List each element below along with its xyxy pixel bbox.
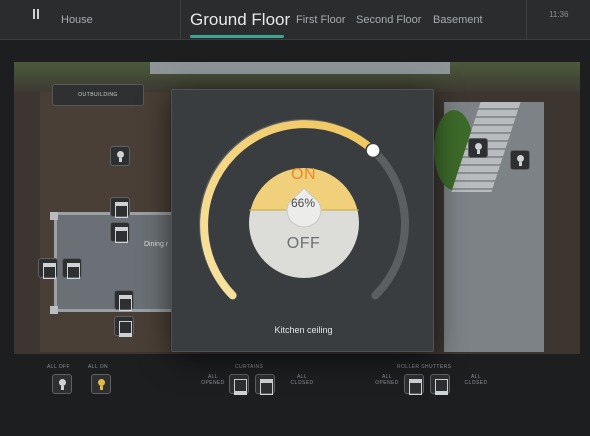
active-tab-indicator <box>190 35 284 38</box>
shutter-icon[interactable] <box>114 290 134 311</box>
room-label: Dining r <box>144 241 169 248</box>
on-label: ON <box>291 166 316 183</box>
shutters-open-icon[interactable] <box>404 374 424 395</box>
tab-second-floor[interactable]: Second Floor <box>356 14 421 26</box>
shutter-icon[interactable] <box>110 197 130 218</box>
pillar <box>50 306 58 314</box>
lightbulb-icon[interactable] <box>110 146 130 166</box>
lightbulb-icon[interactable] <box>510 150 530 170</box>
floor-navigation-bar: House Ground Floor First Floor Second Fl… <box>0 0 590 40</box>
separator <box>526 0 527 40</box>
lightbulb-icon[interactable] <box>468 138 488 158</box>
brightness-percent: 66% <box>290 196 316 210</box>
all-on-lightbulb-icon[interactable] <box>91 374 111 394</box>
curtains-open-icon[interactable] <box>229 374 249 395</box>
dimmer-dialog: ON OFF 66% Kitchen ceiling <box>171 89 434 352</box>
curtains-all-closed-label: ALL CLOSED <box>290 374 314 386</box>
shutters-close-icon[interactable] <box>430 374 450 395</box>
roof <box>150 62 450 74</box>
shutter-icon[interactable] <box>38 258 58 279</box>
all-off-label: ALL OFF <box>47 364 70 370</box>
roller-shutters-label: ROLLER SHUTTERS <box>397 364 452 370</box>
house-button[interactable]: House <box>61 14 93 26</box>
shutter-icon[interactable] <box>110 222 130 243</box>
all-on-label: ALL ON <box>88 364 109 370</box>
outbuilding-label[interactable]: OUTBUILDING <box>52 84 144 106</box>
separator <box>180 0 181 40</box>
dimmer-handle[interactable] <box>365 142 381 159</box>
tab-basement[interactable]: Basement <box>433 14 483 26</box>
device-name: Kitchen ceiling <box>274 325 333 335</box>
shutters-all-closed-label: ALL CLOSED <box>464 374 488 386</box>
curtains-all-opened-label: ALL OPENED <box>201 374 225 386</box>
shutters-all-opened-label: ALL OPENED <box>375 374 399 386</box>
shutter-icon[interactable] <box>62 258 82 279</box>
pillar <box>50 212 58 220</box>
off-label: OFF <box>286 235 321 252</box>
curtains-close-icon[interactable] <box>255 374 275 395</box>
pause-icon[interactable] <box>32 9 40 19</box>
dimmer-dial <box>199 119 409 300</box>
clock: 11:36 <box>549 10 569 19</box>
tab-first-floor[interactable]: First Floor <box>296 14 346 26</box>
all-off-lightbulb-icon[interactable] <box>52 374 72 394</box>
tab-ground-floor[interactable]: Ground Floor <box>190 10 290 30</box>
curtains-label: CURTAINS <box>235 364 264 370</box>
curtain-icon[interactable] <box>114 316 134 337</box>
